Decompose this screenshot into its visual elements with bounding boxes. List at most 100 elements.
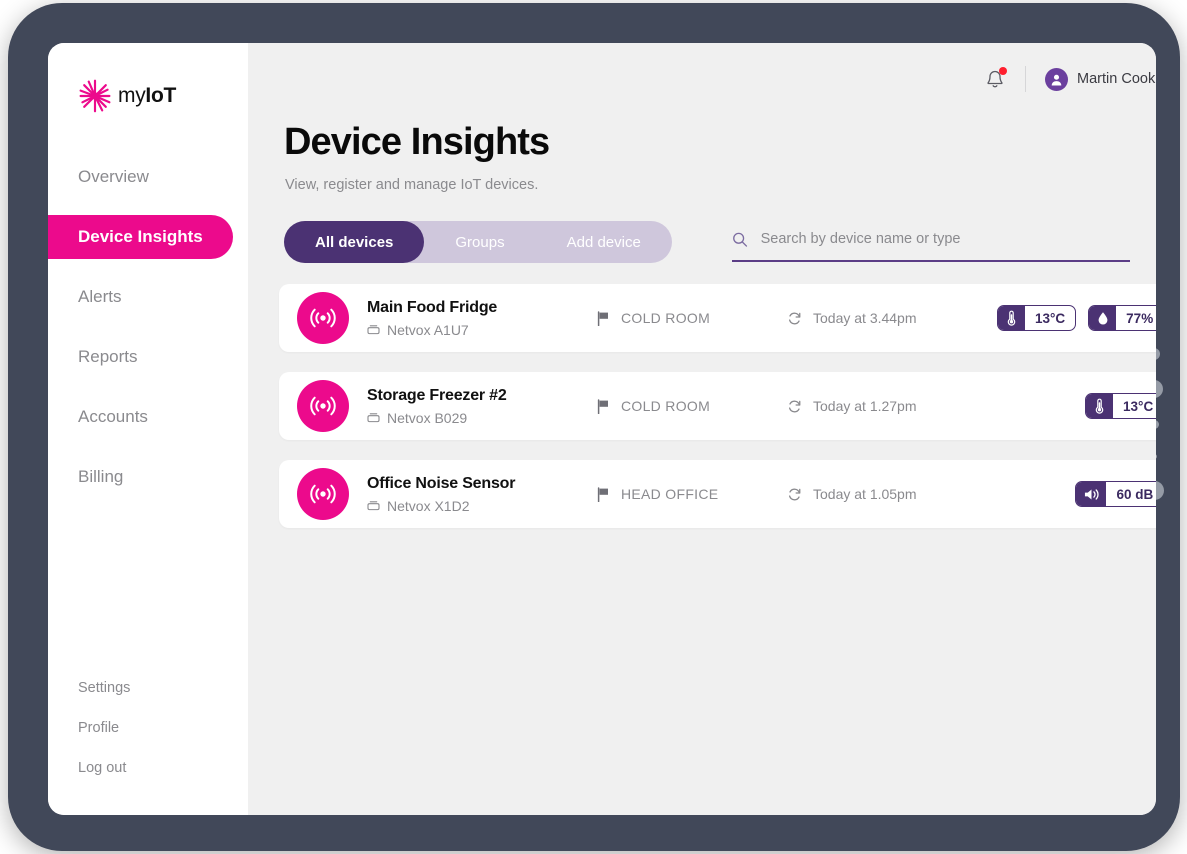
sidebar-item-device-insights[interactable]: Device Insights bbox=[48, 215, 233, 259]
tab-label: Add device bbox=[566, 233, 641, 251]
page-title: Device Insights bbox=[284, 121, 550, 163]
device-metrics: 13°C bbox=[1085, 393, 1156, 419]
device-updated: Today at 1.27pm bbox=[787, 398, 997, 414]
tab-add-device[interactable]: Add device bbox=[536, 221, 672, 263]
signal-broadcast-icon bbox=[310, 484, 336, 504]
metric-badge-humidity: 77% bbox=[1088, 305, 1156, 331]
search-field[interactable] bbox=[731, 222, 1130, 262]
sidebar-footer-nav: Settings Profile Log out bbox=[48, 673, 248, 793]
sidebar-item-label: Alerts bbox=[78, 287, 122, 306]
metric-value: 60 dB bbox=[1116, 486, 1154, 502]
sidebar-item-log-out[interactable]: Log out bbox=[48, 753, 248, 783]
flag-icon bbox=[597, 486, 608, 502]
metric-value: 77% bbox=[1126, 310, 1154, 326]
topbar-divider bbox=[1025, 66, 1027, 92]
device-model-row: Netvox X1D2 bbox=[367, 498, 597, 514]
sidebar-item-overview[interactable]: Overview bbox=[48, 155, 248, 199]
flag-icon bbox=[597, 310, 608, 326]
metric-value: 13°C bbox=[1123, 398, 1154, 414]
top-bar: Martin Cook bbox=[279, 43, 1156, 115]
sidebar-nav: Overview Device Insights Alerts Reports … bbox=[48, 155, 248, 515]
sidebar-item-label: Reports bbox=[78, 347, 138, 366]
search-input[interactable] bbox=[760, 231, 1130, 247]
device-model-row: Netvox B029 bbox=[367, 410, 597, 426]
sidebar-item-billing[interactable]: Billing bbox=[48, 455, 248, 499]
user-menu-button[interactable]: Martin Cook bbox=[1045, 67, 1156, 91]
device-name-group: Main Food Fridge Netvox A1U7 bbox=[367, 299, 597, 338]
sidebar-item-label: Device Insights bbox=[78, 227, 203, 246]
sidebar-item-accounts[interactable]: Accounts bbox=[48, 395, 248, 439]
main-content: Martin Cook Device Insights View, regist… bbox=[248, 43, 1156, 815]
device-updated-label: Today at 1.27pm bbox=[813, 398, 917, 414]
sidebar-item-reports[interactable]: Reports bbox=[48, 335, 248, 379]
metric-value: 13°C bbox=[1035, 310, 1066, 326]
device-model: Netvox X1D2 bbox=[387, 497, 470, 514]
tab-label: All devices bbox=[315, 233, 394, 251]
brand-name-light: my bbox=[118, 84, 146, 107]
hardware-chip-icon bbox=[367, 325, 380, 335]
tablet-frame: myIoT Overview Device Insights Alerts Re… bbox=[8, 3, 1180, 851]
metric-icon-box bbox=[1076, 482, 1107, 506]
hardware-chip-icon bbox=[367, 501, 380, 511]
metric-icon-box bbox=[1089, 306, 1117, 330]
device-list: Main Food Fridge Netvox A1U7 COLD ROOM T… bbox=[279, 284, 1156, 528]
device-updated-label: Today at 3.44pm bbox=[813, 310, 917, 326]
device-name: Main Food Fridge bbox=[367, 298, 498, 316]
device-location-label: HEAD OFFICE bbox=[621, 486, 719, 502]
user-avatar-icon bbox=[1051, 74, 1062, 85]
device-location-label: COLD ROOM bbox=[621, 398, 711, 414]
sidebar-footer-label: Profile bbox=[78, 720, 120, 736]
device-icon bbox=[297, 380, 349, 432]
hardware-chip-icon bbox=[367, 413, 380, 423]
asterisk-burst-logo-icon bbox=[79, 79, 111, 113]
metric-badge-temperature: 13°C bbox=[997, 305, 1077, 331]
device-icon bbox=[297, 292, 349, 344]
page-subtitle: View, register and manage IoT devices. bbox=[285, 177, 539, 193]
tab-groups[interactable]: Groups bbox=[424, 221, 535, 263]
metric-badge-noise: 60 dB bbox=[1075, 481, 1156, 507]
device-updated-label: Today at 1.05pm bbox=[813, 486, 917, 502]
device-updated: Today at 3.44pm bbox=[787, 310, 997, 326]
refresh-icon bbox=[788, 488, 801, 500]
signal-broadcast-icon bbox=[310, 308, 336, 328]
device-location: COLD ROOM bbox=[597, 398, 787, 414]
user-name-label: Martin Cook bbox=[1077, 71, 1156, 87]
thermometer-icon bbox=[1007, 310, 1016, 326]
device-name-group: Storage Freezer #2 Netvox B029 bbox=[367, 387, 597, 426]
device-name: Storage Freezer #2 bbox=[367, 386, 507, 404]
humidity-droplet-icon bbox=[1098, 311, 1108, 324]
sidebar-item-settings[interactable]: Settings bbox=[48, 673, 248, 703]
controls-row: All devices Groups Add device bbox=[284, 221, 1156, 263]
device-model: Netvox A1U7 bbox=[387, 321, 469, 338]
device-location-label: COLD ROOM bbox=[621, 310, 711, 326]
device-updated: Today at 1.05pm bbox=[787, 486, 997, 502]
speaker-volume-icon bbox=[1084, 488, 1099, 500]
device-model: Netvox B029 bbox=[387, 409, 468, 426]
brand-name: myIoT bbox=[118, 84, 176, 108]
brand-logo-group[interactable]: myIoT bbox=[48, 43, 248, 123]
metric-icon-box bbox=[998, 306, 1025, 330]
brand-name-bold: IoT bbox=[145, 84, 176, 107]
notification-bell-button[interactable] bbox=[984, 67, 1008, 91]
device-icon bbox=[297, 468, 349, 520]
search-icon bbox=[732, 232, 747, 247]
app-screen: myIoT Overview Device Insights Alerts Re… bbox=[48, 43, 1156, 815]
sidebar-footer-label: Log out bbox=[78, 760, 127, 776]
sidebar-item-label: Overview bbox=[78, 167, 149, 186]
device-row[interactable]: Main Food Fridge Netvox A1U7 COLD ROOM T… bbox=[279, 284, 1156, 352]
sidebar-item-label: Accounts bbox=[78, 407, 148, 426]
device-model-row: Netvox A1U7 bbox=[367, 322, 597, 338]
metric-icon-box bbox=[1086, 394, 1114, 418]
device-row[interactable]: Office Noise Sensor Netvox X1D2 HEAD OFF… bbox=[279, 460, 1156, 528]
sidebar-item-profile[interactable]: Profile bbox=[48, 713, 248, 743]
device-location: COLD ROOM bbox=[597, 310, 787, 326]
thermometer-icon bbox=[1095, 398, 1104, 414]
device-row[interactable]: Storage Freezer #2 Netvox B029 COLD ROOM… bbox=[279, 372, 1156, 440]
sidebar-item-alerts[interactable]: Alerts bbox=[48, 275, 248, 319]
sidebar-footer-label: Settings bbox=[78, 680, 131, 696]
tab-all-devices[interactable]: All devices bbox=[284, 221, 425, 263]
metric-badge-temperature: 13°C bbox=[1085, 393, 1156, 419]
tab-label: Groups bbox=[455, 233, 505, 251]
device-name: Office Noise Sensor bbox=[367, 474, 516, 492]
refresh-icon bbox=[788, 400, 801, 412]
